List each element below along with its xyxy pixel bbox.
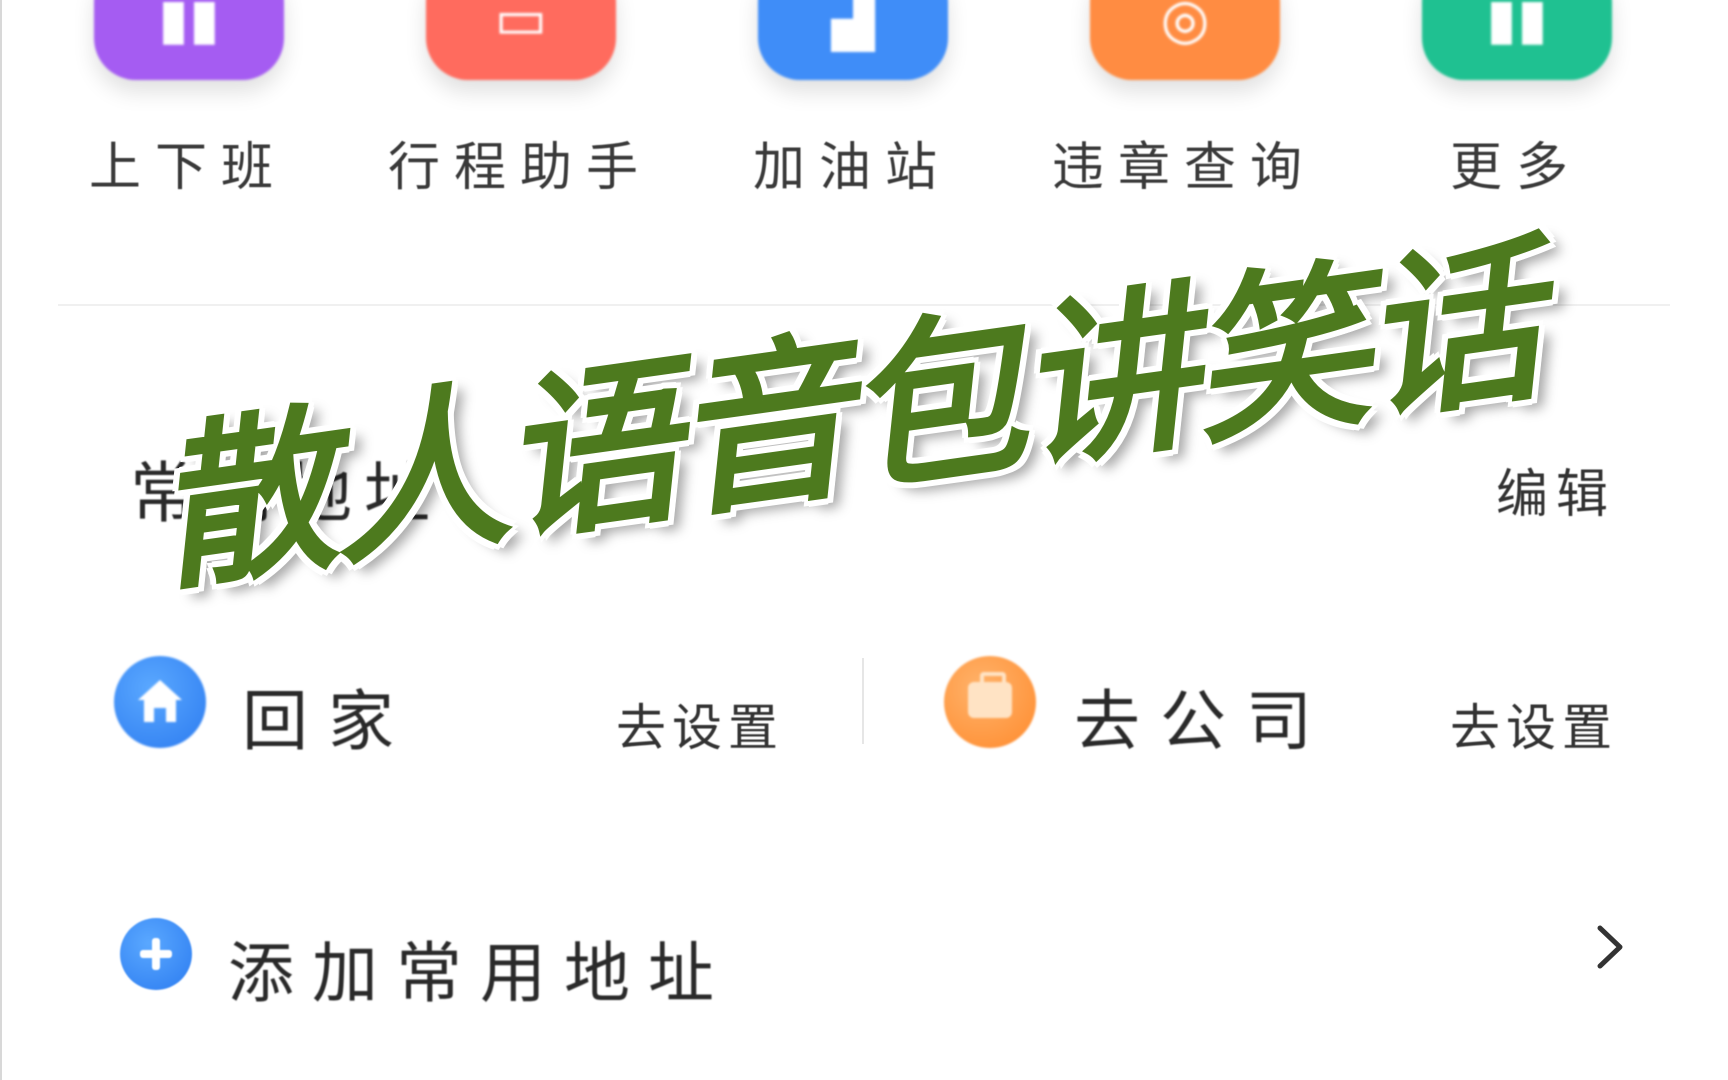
quick-action-more[interactable]: ▮▮ 更多 xyxy=(1366,0,1666,200)
work-set-button[interactable]: 去设置 xyxy=(1450,688,1618,760)
violation-search-icon: ◎ xyxy=(1090,0,1280,80)
quick-action-label: 更多 xyxy=(1449,138,1582,198)
quick-action-violation-search[interactable]: ◎ 违章查询 xyxy=(1034,0,1334,200)
quick-action-itinerary[interactable]: ▭ 行程助手 xyxy=(370,0,670,200)
address-divider xyxy=(862,658,864,744)
home-set-button[interactable]: 去设置 xyxy=(616,688,784,760)
commute-icon: ▮▮ xyxy=(94,0,284,80)
app-screen: ▮▮ 上下班 ▭ 行程助手 ▟ 加油站 ◎ 违章查询 ▮▮ 更多 常用地址 编辑… xyxy=(0,0,1728,1080)
briefcase-glyph xyxy=(968,672,1012,718)
add-address-label[interactable]: 添加常用地址 xyxy=(228,920,732,1016)
quick-action-label: 上下班 xyxy=(88,138,287,198)
chevron-right-icon[interactable] xyxy=(1590,922,1630,972)
house-glyph xyxy=(138,680,182,722)
home-icon xyxy=(114,656,206,748)
home-address-name[interactable]: 回家 xyxy=(242,668,414,764)
quick-action-gas-station[interactable]: ▟ 加油站 xyxy=(702,0,1002,200)
gas-station-icon: ▟ xyxy=(758,0,948,80)
edit-button[interactable]: 编辑 xyxy=(1496,452,1616,527)
quick-actions-grid: ▮▮ 上下班 ▭ 行程助手 ▟ 加油站 ◎ 违章查询 ▮▮ 更多 xyxy=(2,0,1728,200)
work-address-name[interactable]: 去公司 xyxy=(1074,668,1332,764)
briefcase-icon xyxy=(944,656,1036,748)
add-circle-icon[interactable] xyxy=(120,918,192,990)
quick-action-label: 加油站 xyxy=(752,138,951,198)
quick-action-label: 行程助手 xyxy=(387,138,652,198)
itinerary-icon: ▭ xyxy=(426,0,616,80)
overlay-caption: 散人语音包讲笑话 xyxy=(142,217,1550,616)
quick-action-label: 违章查询 xyxy=(1051,138,1316,198)
more-icon: ▮▮ xyxy=(1422,0,1612,80)
quick-action-commute[interactable]: ▮▮ 上下班 xyxy=(38,0,338,200)
